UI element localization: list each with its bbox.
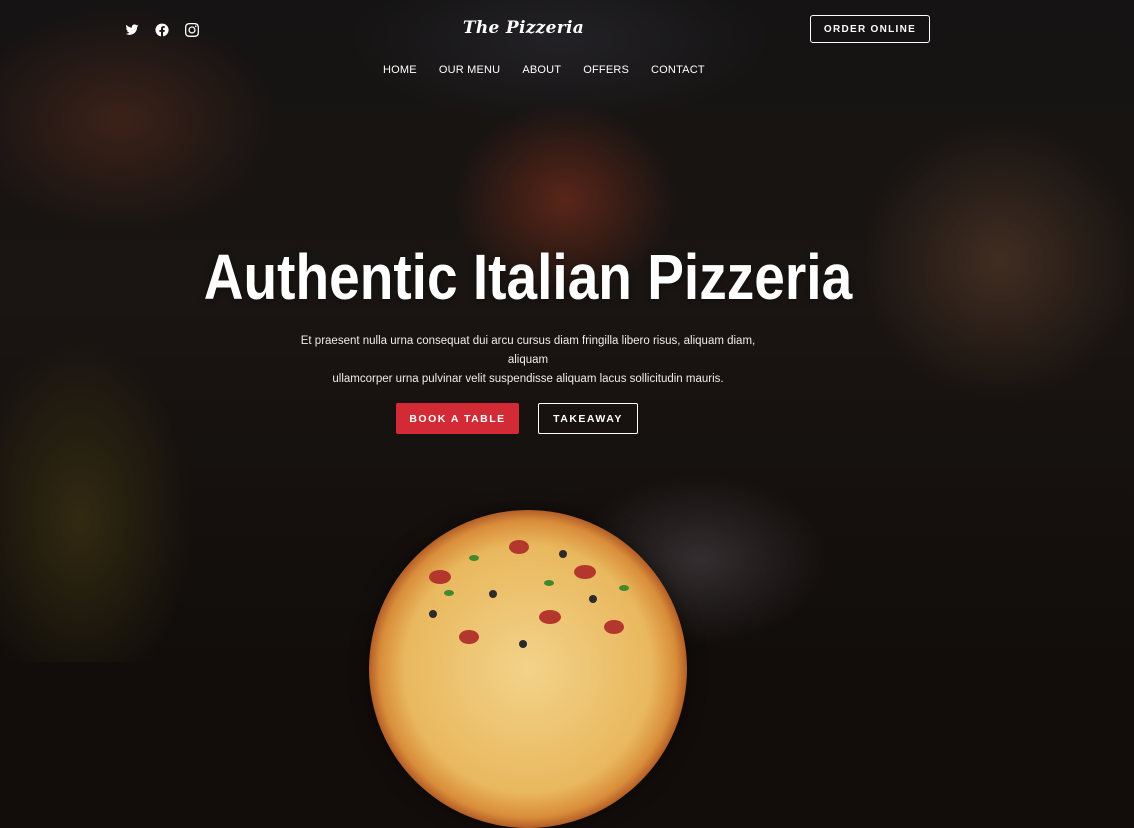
- pizza-image: [369, 510, 687, 828]
- hero-subtitle: Et praesent nulla urna consequat dui arc…: [285, 332, 771, 389]
- main-nav: HOME OUR MENU ABOUT OFFERS CONTACT: [383, 64, 705, 76]
- nav-item-offers[interactable]: OFFERS: [583, 64, 629, 76]
- hero-subtitle-line-2: ullamcorper urna pulvinar velit suspendi…: [332, 373, 724, 385]
- hero-title: Authentic Italian Pizzeria: [203, 241, 853, 313]
- nav-item-contact[interactable]: CONTACT: [651, 64, 705, 76]
- nav-item-our-menu[interactable]: OUR MENU: [439, 64, 501, 76]
- hero-subtitle-line-1: Et praesent nulla urna consequat dui arc…: [300, 335, 756, 366]
- nav-item-home[interactable]: HOME: [383, 64, 417, 76]
- takeaway-button[interactable]: TAKEAWAY: [538, 403, 638, 434]
- order-online-button[interactable]: ORDER ONLINE: [810, 15, 930, 43]
- nav-item-about[interactable]: ABOUT: [522, 64, 561, 76]
- book-a-table-button[interactable]: BOOK A TABLE: [396, 403, 519, 434]
